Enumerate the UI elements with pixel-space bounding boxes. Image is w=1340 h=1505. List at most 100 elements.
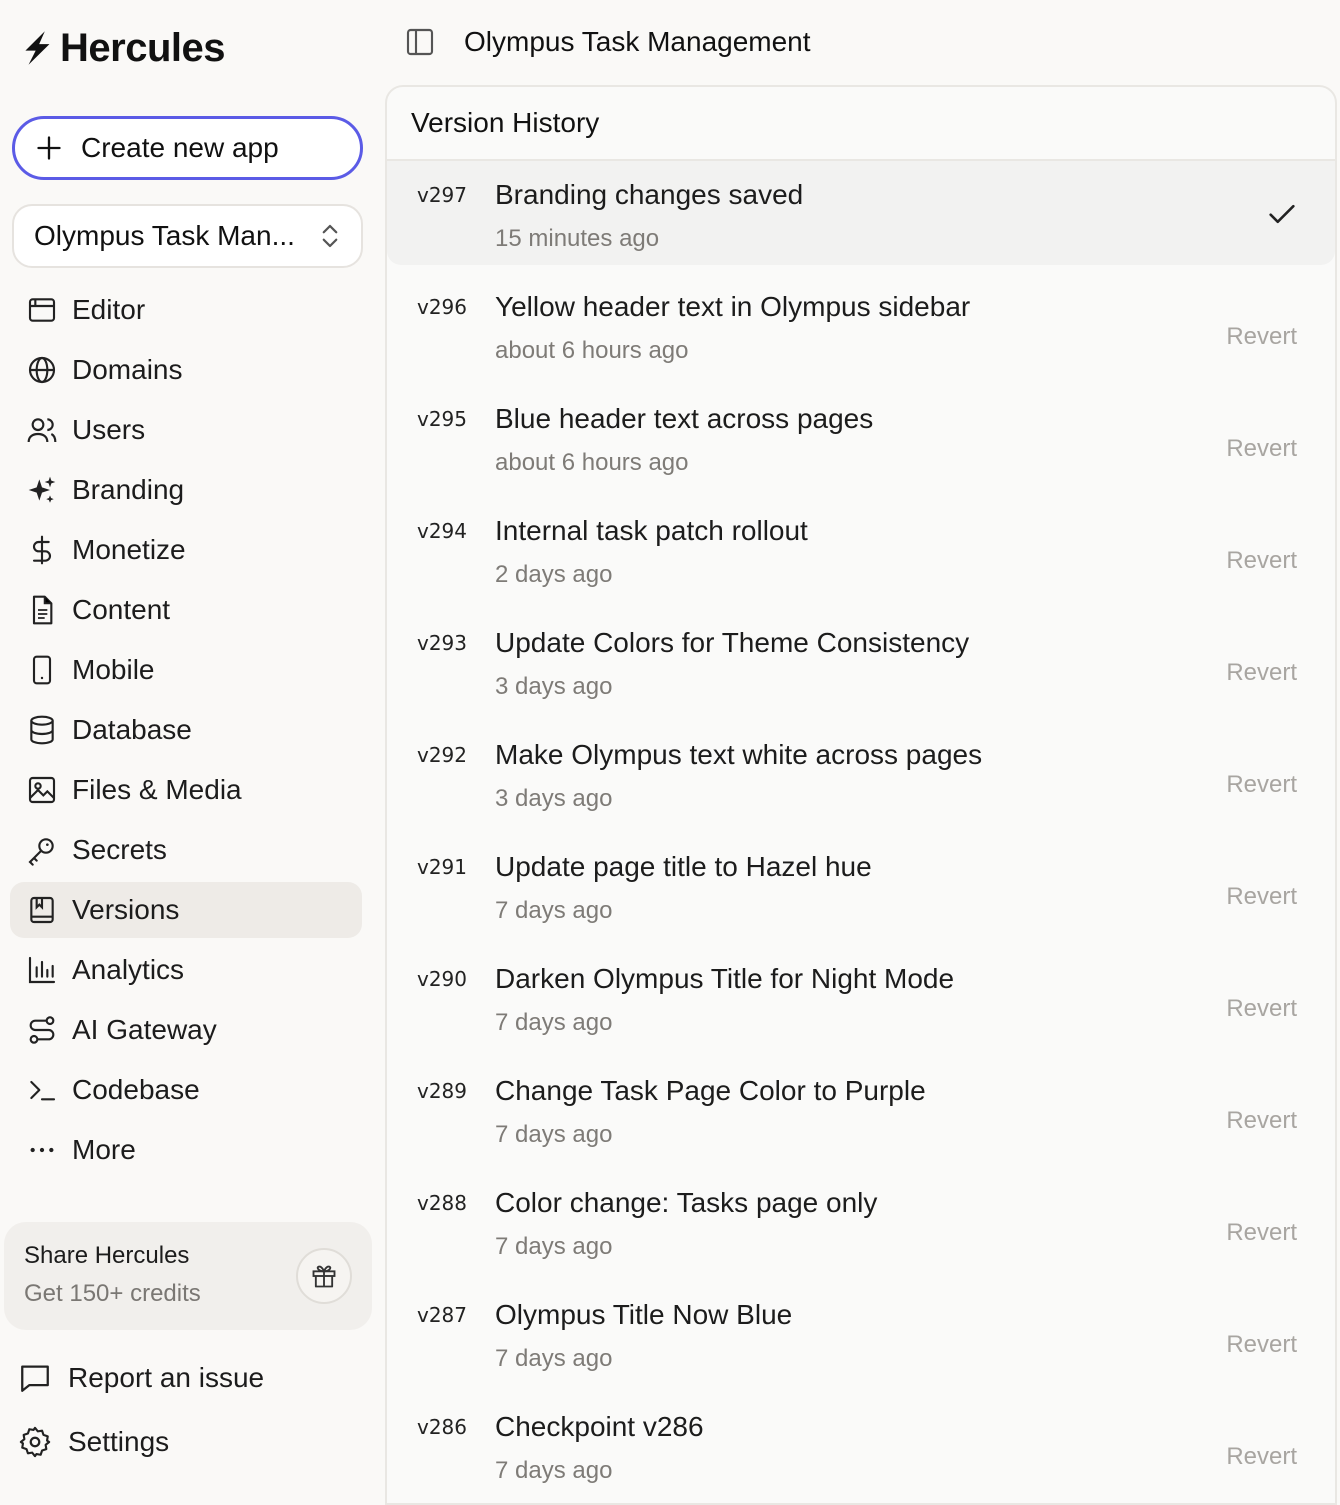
version-row[interactable]: v286 Checkpoint v286 7 days ago Revert bbox=[387, 1393, 1335, 1503]
version-row[interactable]: v297 Branding changes saved 15 minutes ago bbox=[387, 161, 1335, 265]
sidebar-item-ai-gateway[interactable]: AI Gateway bbox=[10, 1002, 362, 1058]
version-title: Blue header text across pages bbox=[495, 403, 874, 434]
version-number: v294 bbox=[417, 519, 468, 543]
sidebar-item-users[interactable]: Users bbox=[10, 402, 362, 458]
version-timestamp: 3 days ago bbox=[495, 673, 613, 700]
gift-icon bbox=[312, 1265, 336, 1288]
version-timestamp: 7 days ago bbox=[495, 1345, 613, 1372]
brand-logo[interactable]: Hercules bbox=[20, 26, 225, 70]
key-icon bbox=[24, 832, 60, 868]
page-title: Olympus Task Management bbox=[464, 26, 811, 57]
version-timestamp: about 6 hours ago bbox=[495, 337, 689, 364]
sidebar-item-analytics[interactable]: Analytics bbox=[10, 942, 362, 998]
database-icon bbox=[24, 712, 60, 748]
version-title: Darken Olympus Title for Night Mode bbox=[495, 963, 955, 994]
version-number: v292 bbox=[417, 743, 468, 767]
create-new-app-label: Create new app bbox=[81, 132, 279, 163]
version-row[interactable]: v289 Change Task Page Color to Purple 7 da… bbox=[387, 1057, 1335, 1169]
settings-link[interactable]: Settings bbox=[18, 1418, 169, 1466]
revert-button[interactable]: Revert bbox=[1226, 1219, 1297, 1247]
sidebar-item-content[interactable]: Content bbox=[10, 582, 362, 638]
sidebar-item-label: More bbox=[72, 1134, 136, 1165]
revert-button[interactable]: Revert bbox=[1226, 883, 1297, 911]
revert-button[interactable]: Revert bbox=[1226, 1331, 1297, 1359]
sidebar-item-mobile[interactable]: Mobile bbox=[10, 642, 362, 698]
sidebar-item-label: Database bbox=[72, 714, 192, 745]
revert-button[interactable]: Revert bbox=[1226, 1107, 1297, 1135]
plus-icon bbox=[37, 136, 61, 160]
versions-icon bbox=[24, 892, 60, 928]
version-row[interactable]: v294 Internal task patch rollout 2 days ag… bbox=[387, 497, 1335, 609]
sidebar-nav: Editor Domains Users Branding Monetize C… bbox=[10, 282, 362, 1182]
app-selector-value: Olympus Task Man... bbox=[34, 220, 295, 251]
revert-button[interactable]: Revert bbox=[1226, 1443, 1297, 1471]
version-title: Make Olympus text white across pages bbox=[495, 739, 983, 770]
sidebar-item-domains[interactable]: Domains bbox=[10, 342, 362, 398]
version-timestamp: 15 minutes ago bbox=[495, 225, 660, 252]
version-row[interactable]: v293 Update Colors for Theme Consistency 3… bbox=[387, 609, 1335, 721]
sidebar-item-label: Users bbox=[72, 414, 146, 445]
version-title: Change Task Page Color to Purple bbox=[495, 1075, 926, 1106]
revert-button[interactable]: Revert bbox=[1226, 547, 1297, 575]
bolt-icon bbox=[25, 31, 50, 65]
sidebar-item-secrets[interactable]: Secrets bbox=[10, 822, 362, 878]
sidebar-item-label: Mobile bbox=[72, 654, 155, 685]
sidebar-item-more[interactable]: More bbox=[10, 1122, 362, 1178]
version-timestamp: 3 days ago bbox=[495, 785, 613, 812]
version-number: v293 bbox=[417, 631, 468, 655]
top-bar: Olympus Task Management bbox=[384, 0, 1340, 84]
sidebar-item-versions[interactable]: Versions bbox=[10, 882, 362, 938]
version-row[interactable]: v296 Yellow header text in Olympus sideba… bbox=[387, 273, 1335, 385]
revert-button[interactable]: Revert bbox=[1226, 323, 1297, 351]
version-row[interactable]: v291 Update page title to Hazel hue 7 days… bbox=[387, 833, 1335, 945]
version-row[interactable]: v290 Darken Olympus Title for Night Mode 7… bbox=[387, 945, 1335, 1057]
revert-button[interactable]: Revert bbox=[1226, 659, 1297, 687]
sidebar-item-label: Content bbox=[72, 594, 171, 625]
sidebar-item-label: Monetize bbox=[72, 534, 186, 565]
version-number: v296 bbox=[417, 295, 468, 319]
sparkles-icon bbox=[24, 472, 60, 508]
create-new-app-button[interactable]: Create new app bbox=[12, 116, 363, 180]
version-title: Update page title to Hazel hue bbox=[495, 851, 872, 882]
version-row[interactable]: v292 Make Olympus text white across pages… bbox=[387, 721, 1335, 833]
gift-button[interactable] bbox=[296, 1248, 352, 1304]
editor-icon bbox=[24, 292, 60, 328]
sidebar: Hercules Create new app Olympus Task Man… bbox=[0, 0, 384, 1496]
globe-icon bbox=[24, 352, 60, 388]
sidebar-item-files-media[interactable]: Files & Media bbox=[10, 762, 362, 818]
sidebar-item-branding[interactable]: Branding bbox=[10, 462, 362, 518]
version-list: v297 Branding changes saved 15 minutes ago… bbox=[387, 161, 1335, 1503]
revert-button[interactable]: Revert bbox=[1226, 435, 1297, 463]
version-timestamp: about 6 hours ago bbox=[495, 449, 689, 476]
sidebar-item-label: Secrets bbox=[72, 834, 167, 865]
version-number: v295 bbox=[417, 407, 468, 431]
sidebar-toggle-icon[interactable] bbox=[404, 26, 436, 58]
sidebar-item-database[interactable]: Database bbox=[10, 702, 362, 758]
version-number: v286 bbox=[417, 1415, 468, 1439]
share-card[interactable]: Share Hercules Get 150+ credits bbox=[4, 1222, 372, 1330]
revert-button[interactable]: Revert bbox=[1226, 771, 1297, 799]
version-timestamp: 7 days ago bbox=[495, 1009, 613, 1036]
version-row[interactable]: v288 Color change: Tasks page only 7 days … bbox=[387, 1169, 1335, 1281]
check-icon bbox=[1269, 204, 1295, 224]
sidebar-item-editor[interactable]: Editor bbox=[10, 282, 362, 338]
document-icon bbox=[24, 592, 60, 628]
version-number: v291 bbox=[417, 855, 468, 879]
panel-title: Version History bbox=[387, 87, 1335, 161]
report-issue-label: Report an issue bbox=[68, 1362, 265, 1393]
message-icon bbox=[21, 1365, 49, 1392]
version-number: v297 bbox=[417, 183, 468, 207]
version-row[interactable]: v295 Blue header text across pages about 6… bbox=[387, 385, 1335, 497]
image-icon bbox=[24, 772, 60, 808]
terminal-icon bbox=[24, 1072, 60, 1108]
sidebar-item-label: Codebase bbox=[72, 1074, 200, 1105]
version-row[interactable]: v287 Olympus Title Now Blue 7 days ago Reve… bbox=[387, 1281, 1335, 1393]
app-selector[interactable]: Olympus Task Man... bbox=[12, 204, 363, 268]
report-issue-link[interactable]: Report an issue bbox=[18, 1354, 264, 1402]
version-timestamp: 7 days ago bbox=[495, 1121, 613, 1148]
sidebar-item-monetize[interactable]: Monetize bbox=[10, 522, 362, 578]
revert-button[interactable]: Revert bbox=[1226, 995, 1297, 1023]
sidebar-item-codebase[interactable]: Codebase bbox=[10, 1062, 362, 1118]
version-number: v288 bbox=[417, 1191, 468, 1215]
dollar-icon bbox=[24, 532, 60, 568]
